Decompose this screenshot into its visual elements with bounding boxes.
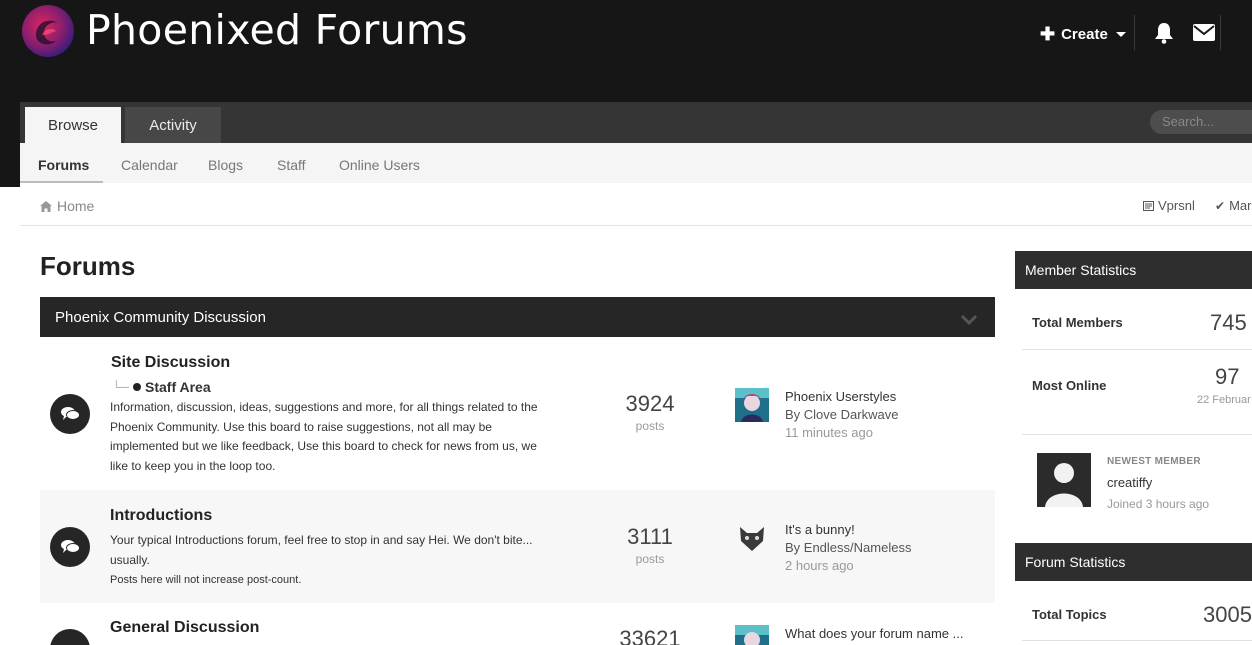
- forum-row: Site Discussion └─ Staff Area Informatio…: [40, 337, 995, 490]
- main-nav: Browse Activity Search...: [20, 102, 1252, 143]
- forum-row: Introductions Your typical Introductions…: [40, 490, 995, 603]
- forum-chat-icon: [50, 629, 90, 645]
- forum-chat-icon: [50, 394, 90, 434]
- site-title[interactable]: Phoenixed Forums: [86, 6, 468, 54]
- most-online-label: Most Online: [1032, 378, 1107, 393]
- vprsnl-label: Vprsnl: [1158, 198, 1195, 213]
- newest-member-joined: Joined 3 hours ago: [1107, 497, 1210, 511]
- total-members-value: 745: [1210, 310, 1247, 335]
- last-poster-avatar[interactable]: [735, 625, 769, 645]
- breadcrumb-home[interactable]: Home: [57, 198, 94, 214]
- forum-row: General Discussion 33621 What does your …: [40, 603, 995, 645]
- category-header[interactable]: Phoenix Community Discussion: [40, 297, 995, 337]
- search-input[interactable]: Search...: [1150, 110, 1252, 134]
- unread-dot: [133, 383, 142, 391]
- forum-description: Information, discussion, ideas, suggesti…: [110, 398, 560, 476]
- description-line: like to keep you in the loop too.: [110, 458, 276, 473]
- subnav-forums[interactable]: Forums: [38, 157, 89, 173]
- forum-note: Posts here will not increase post-count.: [110, 574, 302, 586]
- last-post-title[interactable]: It's a bunny!: [785, 522, 855, 537]
- forum-title[interactable]: Site Discussion: [111, 354, 230, 372]
- envelope-icon[interactable]: [1193, 24, 1215, 46]
- forum-chat-icon: [50, 527, 90, 567]
- divider: [1022, 349, 1252, 350]
- page-title: Forums: [40, 251, 136, 281]
- sub-nav: Forums Calendar Blogs Staff Online Users: [20, 143, 1252, 183]
- chevron-down-icon[interactable]: [960, 313, 978, 331]
- forum-description: Your typical Introductions forum, feel f…: [110, 531, 560, 570]
- create-label: Create: [1061, 25, 1108, 43]
- last-post-title[interactable]: Phoenix Userstyles: [785, 389, 896, 404]
- caret-down-icon: [1115, 31, 1126, 37]
- mark-read-label: Mar: [1229, 198, 1252, 213]
- forum-stats-header: Forum Statistics: [1015, 543, 1252, 581]
- home-icon: [40, 200, 52, 212]
- description-line: Phoenix Community. Use this board to rai…: [110, 419, 492, 434]
- member-stats-header: Member Statistics: [1015, 251, 1252, 289]
- last-poster-avatar[interactable]: [735, 388, 769, 422]
- total-topics-label: Total Topics: [1032, 607, 1107, 622]
- subnav-online-users[interactable]: Online Users: [339, 157, 420, 173]
- header-divider: [1134, 15, 1135, 50]
- create-button[interactable]: ✚ Create: [1040, 25, 1126, 43]
- newest-member-name[interactable]: creatiffy: [1107, 475, 1152, 490]
- divider: [20, 225, 1252, 226]
- last-post-title[interactable]: What does your forum name ...: [785, 626, 963, 641]
- tab-activity[interactable]: Activity: [125, 107, 221, 143]
- post-count: 3924: [625, 391, 675, 416]
- last-post-author[interactable]: By Endless/Nameless: [785, 540, 911, 555]
- subforum-link[interactable]: └─ Staff Area: [112, 379, 211, 395]
- newest-member-label: NEWEST MEMBER: [1107, 456, 1201, 467]
- breadcrumb[interactable]: Home: [40, 198, 94, 214]
- most-online-date: 22 Februar: [1197, 394, 1251, 406]
- forum-title[interactable]: General Discussion: [110, 619, 259, 637]
- mark-read-link[interactable]: ✔ Mar: [1215, 198, 1251, 213]
- total-members-label: Total Members: [1032, 315, 1123, 330]
- tab-browse[interactable]: Browse: [25, 107, 121, 143]
- post-count: 33621: [619, 626, 681, 645]
- forum-title[interactable]: Introductions: [110, 507, 212, 525]
- post-count: 3111: [627, 524, 673, 549]
- subforum-label: Staff Area: [145, 379, 211, 395]
- divider: [1022, 640, 1252, 641]
- subnav-staff[interactable]: Staff: [277, 157, 306, 173]
- last-post-time: 11 minutes ago: [785, 425, 873, 440]
- header-divider: [1220, 15, 1221, 50]
- description-line: Information, discussion, ideas, suggesti…: [110, 400, 538, 414]
- subnav-blogs[interactable]: Blogs: [208, 157, 243, 173]
- site-logo[interactable]: [22, 5, 74, 57]
- category-title: Phoenix Community Discussion: [55, 309, 266, 326]
- total-topics-value: 3005: [1203, 602, 1252, 627]
- last-post-time: 2 hours ago: [785, 558, 854, 573]
- vprsnl-link[interactable]: Vprsnl: [1143, 198, 1195, 213]
- most-online-value: 97: [1215, 364, 1240, 389]
- check-icon: ✔: [1215, 198, 1226, 213]
- tree-connector: └─: [112, 380, 130, 394]
- feed-icon: [1143, 200, 1154, 211]
- plus-icon: ✚: [1040, 24, 1056, 44]
- post-count-label: posts: [635, 419, 665, 433]
- description-line: Your typical Introductions forum, feel f…: [110, 533, 533, 547]
- last-poster-avatar[interactable]: [735, 521, 769, 555]
- post-count-label: posts: [635, 552, 665, 566]
- bell-icon[interactable]: [1154, 22, 1174, 49]
- last-post-author[interactable]: By Clove Darkwave: [785, 407, 898, 422]
- description-line: implemented but we like feedback, Use th…: [110, 439, 537, 453]
- divider: [1022, 434, 1252, 435]
- subnav-calendar[interactable]: Calendar: [121, 157, 178, 173]
- newest-member-avatar[interactable]: [1037, 453, 1091, 507]
- description-line: usually.: [110, 552, 150, 567]
